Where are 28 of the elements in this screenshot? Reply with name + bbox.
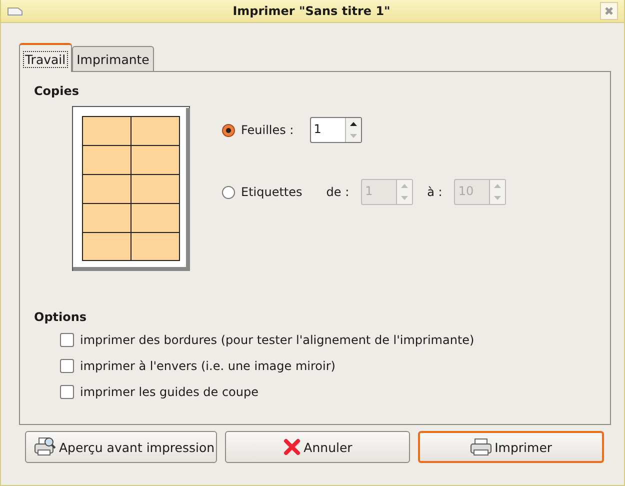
checkbox[interactable] — [60, 333, 74, 347]
print-button[interactable]: Imprimer — [418, 431, 604, 463]
cancel-button[interactable]: Annuler — [225, 431, 410, 463]
checkbox[interactable] — [60, 385, 74, 399]
radio-button[interactable] — [222, 124, 235, 136]
preview-button[interactable]: Aperçu avant impression — [25, 431, 218, 463]
checkbox-label: imprimer des bordures (pour tester l'alignement de l'imprimante) — [80, 333, 474, 347]
spin-field[interactable]: 1 — [310, 117, 362, 143]
cross-icon — [282, 438, 301, 456]
checkbox-label: imprimer à l'envers (i.e. une image miroir) — [80, 359, 336, 373]
checkbox[interactable] — [60, 359, 74, 373]
section-title: Copies — [34, 84, 80, 98]
checkbox-label: imprimer les guides de coupe — [80, 385, 258, 399]
window-icon — [7, 6, 23, 16]
radio-button[interactable] — [222, 186, 235, 198]
window-title: Imprimer "Sans titre 1" — [232, 4, 392, 18]
close-icon — [604, 6, 614, 16]
tab[interactable]: Travail — [19, 43, 72, 72]
radio-label: Feuilles : — [241, 123, 294, 137]
field-label: à : — [427, 185, 442, 199]
printer-magnifier-icon — [34, 437, 56, 457]
section-title: Options — [34, 310, 88, 324]
radio-label: Etiquettes — [241, 185, 302, 199]
tab[interactable]: Imprimante — [72, 46, 154, 71]
up-arrow-icon[interactable] — [350, 122, 357, 126]
close-button[interactable] — [600, 2, 618, 20]
field-label: de : — [326, 185, 350, 199]
printer-icon — [470, 438, 492, 456]
